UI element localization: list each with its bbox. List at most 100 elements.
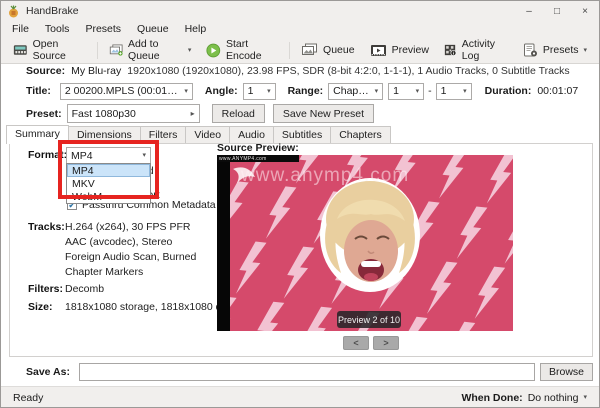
range-from-value: 1: [393, 85, 399, 97]
chevron-down-icon: ▾: [375, 88, 379, 95]
chevron-down-icon: ▾: [267, 88, 271, 95]
save-as-row: Save As: Browse: [26, 363, 593, 381]
source-name: My Blu-ray: [71, 65, 121, 77]
presets-label: Presets: [543, 44, 579, 56]
add-to-queue-label: Add to Queue: [128, 38, 183, 62]
queue-icon: [301, 43, 318, 57]
activity-log-button[interactable]: Activity Log: [438, 36, 514, 64]
menu-queue[interactable]: Queue: [129, 22, 177, 36]
format-select-value: MP4: [71, 150, 93, 162]
range-type-value: Chapters: [333, 85, 370, 97]
queue-label: Queue: [323, 44, 355, 56]
format-option-mkv[interactable]: MKV: [67, 177, 150, 190]
menu-presets[interactable]: Presets: [77, 22, 129, 36]
title-select[interactable]: 2 00200.MPLS (00:01:07) ▾: [60, 83, 193, 100]
tracks-line: AAC (avcodec), Stereo: [65, 236, 172, 248]
title-row: Title: 2 00200.MPLS (00:01:07) ▾ Angle: …: [26, 82, 595, 100]
chevron-down-icon: ▾: [142, 152, 146, 159]
chevron-down-icon: ▾: [584, 47, 588, 54]
source-row: Source: My Blu-ray 1920x1080 (1920x1080)…: [26, 63, 591, 79]
format-select[interactable]: MP4 ▾: [66, 147, 151, 164]
chevron-down-icon: ▾: [416, 88, 420, 95]
title-label: Title:: [26, 85, 51, 97]
preview-image: www.ANYMP4.com www.anymp4.com: [217, 155, 513, 331]
preset-label: Preset:: [26, 108, 62, 120]
activity-log-icon: [444, 43, 457, 57]
preview-icon: [370, 44, 387, 57]
presets-button[interactable]: Presets ▾: [517, 41, 593, 59]
chevron-down-icon: ▾: [583, 394, 587, 401]
range-label: Range:: [288, 85, 324, 97]
angle-select[interactable]: 1 ▾: [243, 83, 276, 100]
save-as-input[interactable]: [79, 363, 535, 381]
window-title: HandBrake: [26, 5, 79, 17]
source-details: 1920x1080 (1920x1080), 23.98 FPS, SDR (8…: [127, 65, 569, 77]
menu-help[interactable]: Help: [177, 22, 215, 36]
titlebar: HandBrake – □ ×: [1, 1, 599, 21]
when-done-label: When Done:: [461, 392, 522, 404]
toolbar-separator: [289, 42, 290, 59]
format-option-mp4[interactable]: MP4: [67, 164, 150, 177]
preset-select[interactable]: Fast 1080p30 ▸: [67, 104, 200, 123]
open-source-label: Open Source: [33, 38, 86, 62]
reload-button[interactable]: Reload: [212, 104, 265, 123]
tab-filters[interactable]: Filters: [140, 126, 187, 144]
open-source-button[interactable]: Open Source: [7, 36, 92, 64]
preset-select-value: Fast 1080p30: [72, 108, 136, 120]
face-sticker: [320, 178, 420, 292]
arrow-right-icon: ▸: [191, 110, 195, 118]
title-select-value: 2 00200.MPLS (00:01:07): [65, 85, 180, 97]
angle-label: Angle:: [205, 85, 238, 97]
range-to-select[interactable]: 1 ▾: [436, 83, 472, 100]
add-to-queue-button[interactable]: Add to Queue ▾: [103, 36, 198, 64]
chevron-down-icon: ▾: [184, 88, 188, 95]
menu-file[interactable]: File: [4, 22, 37, 36]
close-button[interactable]: ×: [571, 1, 599, 21]
menubar: File Tools Presets Queue Help: [1, 21, 599, 37]
range-type-select[interactable]: Chapters ▾: [328, 83, 383, 100]
save-new-preset-button[interactable]: Save New Preset: [273, 104, 374, 123]
next-preview-button[interactable]: >: [373, 336, 399, 350]
preset-row: Preset: Fast 1080p30 ▸ Reload Save New P…: [26, 104, 591, 123]
format-option-webm[interactable]: WebM: [67, 190, 150, 203]
angle-select-value: 1: [248, 85, 254, 97]
filters-value: Decomb: [65, 283, 104, 295]
filters-label: Filters:: [28, 283, 63, 295]
minimize-button[interactable]: –: [515, 1, 543, 21]
size-label: Size:: [28, 301, 53, 313]
range-from-select[interactable]: 1 ▾: [388, 83, 424, 100]
when-done-select[interactable]: Do nothing: [528, 392, 579, 404]
start-encode-label: Start Encode: [226, 38, 278, 62]
tab-chapters[interactable]: Chapters: [330, 126, 391, 144]
duration-label: Duration:: [485, 85, 532, 97]
tab-summary[interactable]: Summary: [6, 125, 69, 144]
source-preview-label: Source Preview:: [217, 142, 299, 154]
film-strip-icon: [13, 43, 28, 57]
toolbar: Open Source Add to Queue ▾ Start Encode: [1, 37, 599, 64]
source-label: Source:: [26, 65, 65, 77]
format-label: Format:: [28, 149, 67, 161]
tracks-line: H.264 (x264), 30 FPS PFR: [65, 221, 190, 233]
handbrake-logo-icon: [7, 5, 20, 18]
chevron-down-icon: ▾: [463, 88, 467, 95]
statusbar: Ready When Done: Do nothing ▾: [1, 386, 599, 408]
format-dropdown-list: MP4 MKV WebM: [66, 163, 151, 204]
add-to-queue-icon: [109, 43, 123, 57]
activity-log-label: Activity Log: [462, 38, 508, 62]
menu-tools[interactable]: Tools: [37, 22, 78, 36]
tracks-line: Foreign Audio Scan, Burned: [65, 251, 196, 263]
watermark-text: www.anymp4.com: [241, 165, 513, 187]
start-encode-button[interactable]: Start Encode: [200, 36, 284, 64]
save-as-label: Save As:: [26, 366, 70, 378]
previous-preview-button[interactable]: <: [343, 336, 369, 350]
browse-button[interactable]: Browse: [540, 363, 593, 381]
preview-counter-badge: Preview 2 of 10: [337, 311, 401, 328]
maximize-button[interactable]: □: [543, 1, 571, 21]
queue-button[interactable]: Queue: [295, 41, 361, 59]
tracks-line: Chapter Markers: [65, 266, 143, 278]
status-text: Ready: [13, 392, 43, 404]
tracks-label: Tracks:: [28, 221, 65, 233]
preview-button[interactable]: Preview: [364, 42, 435, 59]
tab-dimensions[interactable]: Dimensions: [68, 126, 141, 144]
range-to-value: 1: [441, 85, 447, 97]
